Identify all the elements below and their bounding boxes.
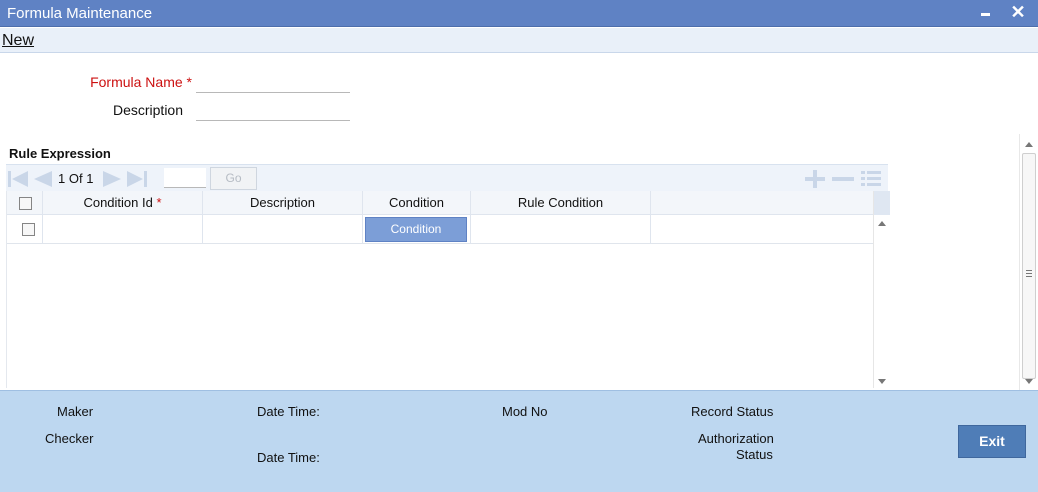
- scroll-up-icon[interactable]: [878, 221, 886, 226]
- previous-page-icon[interactable]: [31, 169, 53, 189]
- window-title: Formula Maintenance: [7, 5, 153, 22]
- rule-expression-title: Rule Expression: [9, 146, 111, 161]
- header-rule-condition: Rule Condition: [471, 191, 651, 215]
- delete-row-icon[interactable]: [831, 169, 855, 189]
- header-condition: Condition: [363, 191, 471, 215]
- record-status-label: Record Status: [691, 404, 774, 419]
- page-number-input[interactable]: [164, 168, 206, 188]
- go-button[interactable]: Go: [210, 167, 257, 190]
- checker-label: Checker: [45, 431, 94, 446]
- required-asterisk: *: [186, 74, 192, 90]
- authorization-status-label-line1: Authorization: [698, 431, 774, 446]
- description-cell[interactable]: [203, 215, 363, 244]
- new-link[interactable]: New: [2, 32, 34, 50]
- description-input[interactable]: [196, 99, 350, 121]
- table-row: Condition: [7, 215, 873, 244]
- rule-condition-cell[interactable]: [471, 215, 651, 244]
- title-bar: Formula Maintenance ✕: [0, 0, 1038, 27]
- scroll-down-icon[interactable]: [1025, 379, 1033, 384]
- header-condition-id: Condition Id *: [43, 191, 203, 215]
- close-icon[interactable]: ✕: [1008, 2, 1028, 22]
- grid-scrollbar[interactable]: [873, 191, 890, 388]
- select-all-cell: [7, 191, 43, 215]
- add-row-icon[interactable]: [803, 169, 827, 189]
- grip-icon: [1026, 270, 1032, 271]
- audit-footer: Maker Date Time: Mod No Record Status Ch…: [0, 390, 1038, 492]
- maker-label: Maker: [57, 404, 94, 419]
- condition-button[interactable]: Condition: [365, 217, 467, 242]
- grid-pager: 1 Of 1 Go: [6, 164, 888, 191]
- header-description: Description: [203, 191, 363, 215]
- description-label: Description: [112, 102, 183, 118]
- row-checkbox[interactable]: [22, 223, 35, 236]
- scroll-up-icon[interactable]: [1025, 142, 1033, 147]
- scroll-down-icon[interactable]: [878, 379, 886, 384]
- checker-date-time-label: Date Time:: [257, 450, 320, 465]
- required-asterisk: *: [156, 195, 162, 210]
- formula-name-input[interactable]: [196, 71, 350, 93]
- minimize-icon[interactable]: [976, 2, 996, 22]
- last-page-icon[interactable]: [126, 169, 148, 189]
- page-indicator: 1 Of 1: [58, 171, 94, 186]
- grid-header: Condition Id * Description Condition Rul…: [7, 191, 873, 215]
- row-select-cell: [7, 215, 43, 244]
- menu-bar: New: [0, 28, 1038, 53]
- condition-id-cell[interactable]: [43, 215, 203, 244]
- maker-date-time-label: Date Time:: [257, 404, 320, 419]
- select-all-checkbox[interactable]: [19, 197, 32, 210]
- page-scrollbar[interactable]: [1019, 134, 1037, 390]
- exit-button[interactable]: Exit: [958, 425, 1026, 458]
- grid-scrollbar-header: [874, 191, 890, 215]
- rule-expression-grid: Condition Id * Description Condition Rul…: [6, 191, 890, 388]
- mod-no-label: Mod No: [502, 404, 548, 419]
- formula-name-label: Formula Name *: [90, 74, 192, 90]
- next-page-icon[interactable]: [102, 169, 124, 189]
- first-page-icon[interactable]: [7, 169, 29, 189]
- single-view-icon[interactable]: [859, 169, 883, 189]
- scrollbar-thumb[interactable]: [1022, 153, 1036, 379]
- authorization-status-label-line2: Status: [736, 447, 773, 462]
